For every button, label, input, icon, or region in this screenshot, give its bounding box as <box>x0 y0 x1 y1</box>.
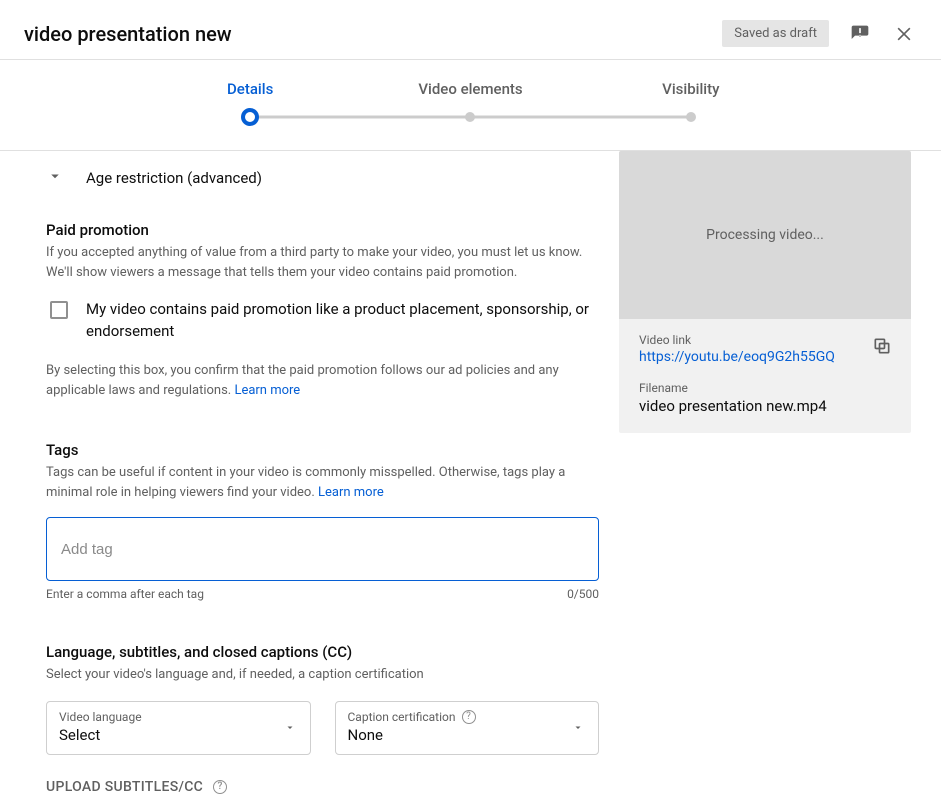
tags-input-container[interactable] <box>46 517 599 581</box>
paid-promotion-checkbox-label: My video contains paid promotion like a … <box>86 299 599 343</box>
age-restriction-title: Age restriction (advanced) <box>86 169 262 187</box>
upload-subtitles-button[interactable]: UPLOAD SUBTITLES/CC ? <box>46 779 599 795</box>
processing-text: Processing video... <box>706 227 824 243</box>
step-dot-active <box>241 108 259 126</box>
section-description: If you accepted anything of value from a… <box>46 243 599 283</box>
age-restriction-toggle[interactable]: Age restriction (advanced) <box>46 151 599 213</box>
step-dot <box>465 112 475 122</box>
chevron-down-icon <box>46 167 66 189</box>
step-label: Visibility <box>662 80 719 98</box>
progress-stepper: Details Video elements Visibility <box>0 60 941 150</box>
filename-label: Filename <box>639 381 891 395</box>
caption-certification-select[interactable]: Caption certification ? None <box>335 701 600 755</box>
video-thumbnail-processing: Processing video... <box>619 151 911 319</box>
select-value: Select <box>59 726 298 744</box>
copy-link-icon[interactable] <box>869 333 895 359</box>
step-label: Video elements <box>418 80 522 98</box>
help-icon[interactable]: ? <box>213 780 227 794</box>
caret-down-icon <box>284 719 296 738</box>
select-label: Caption certification ? <box>348 710 587 724</box>
video-link[interactable]: https://youtu.be/eoq9G2h55GQ <box>639 349 891 365</box>
section-title: Tags <box>46 441 599 459</box>
step-dot <box>686 112 696 122</box>
step-label: Details <box>227 80 273 98</box>
select-label: Video language <box>59 710 298 724</box>
select-value: None <box>348 726 587 744</box>
section-description: Tags can be useful if content in your vi… <box>46 463 599 503</box>
step-details[interactable]: Details <box>140 80 360 126</box>
feedback-icon[interactable] <box>847 21 873 47</box>
section-title: Language, subtitles, and closed captions… <box>46 643 599 661</box>
filename-value: video presentation new.mp4 <box>639 397 891 415</box>
tags-hint: Enter a comma after each tag <box>46 587 204 601</box>
paid-promotion-section: Paid promotion If you accepted anything … <box>46 213 599 401</box>
step-visibility[interactable]: Visibility <box>581 80 801 126</box>
learn-more-link[interactable]: Learn more <box>234 383 300 398</box>
saved-as-draft-chip: Saved as draft <box>722 20 829 47</box>
help-icon[interactable]: ? <box>462 710 476 724</box>
close-icon[interactable] <box>891 21 917 47</box>
learn-more-link[interactable]: Learn more <box>318 485 384 500</box>
paid-promotion-checkbox[interactable] <box>50 301 68 319</box>
step-video-elements[interactable]: Video elements <box>360 80 580 126</box>
section-description: Select your video's language and, if nee… <box>46 665 599 685</box>
language-section: Language, subtitles, and closed captions… <box>46 635 599 795</box>
section-title: Paid promotion <box>46 221 599 239</box>
tags-counter: 0/500 <box>567 587 599 601</box>
paid-promotion-disclaimer: By selecting this box, you confirm that … <box>46 361 599 401</box>
tags-section: Tags Tags can be useful if content in yo… <box>46 433 599 601</box>
dialog-title: video presentation new <box>24 22 232 46</box>
caret-down-icon <box>572 719 584 738</box>
tags-input[interactable] <box>61 541 584 558</box>
video-link-label: Video link <box>639 333 891 347</box>
video-preview-card: Processing video... Video link https://y… <box>619 151 911 433</box>
video-language-select[interactable]: Video language Select <box>46 701 311 755</box>
